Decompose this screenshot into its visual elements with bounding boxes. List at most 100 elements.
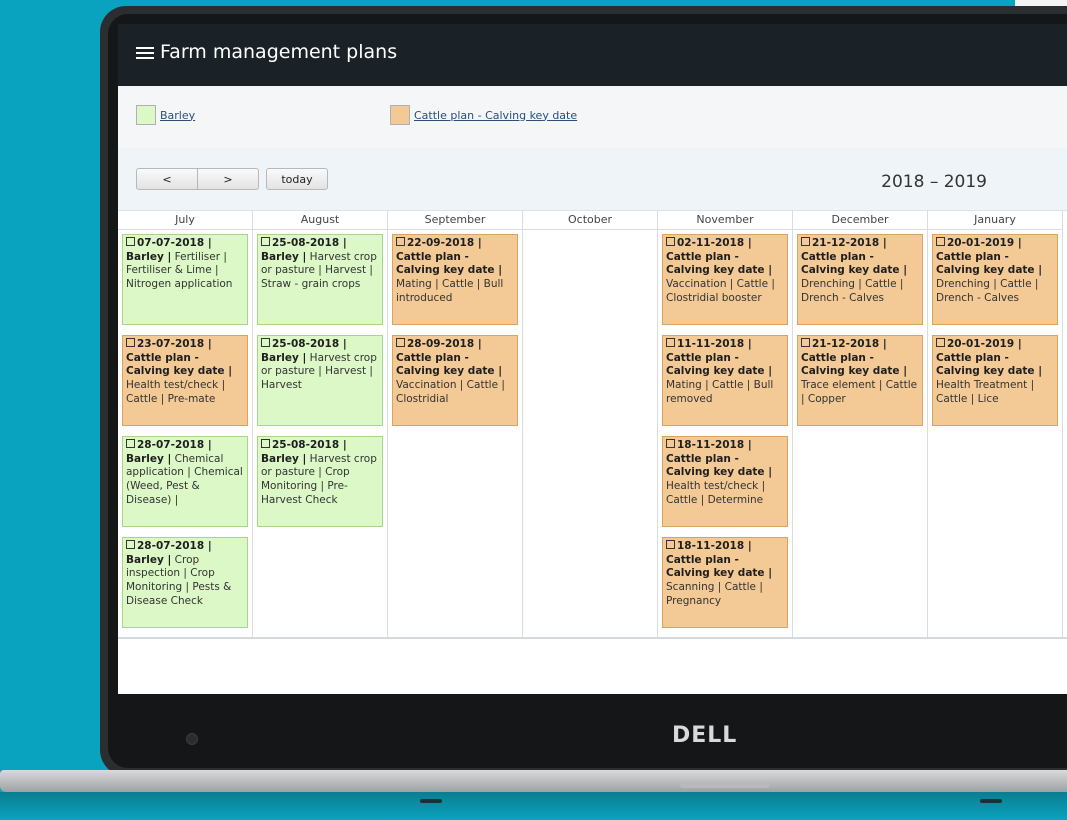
calendar-event[interactable]: 22-09-2018 | Cattle plan - Calving key d… — [392, 234, 518, 325]
event-description: Health test/check | Cattle | Pre-mate — [126, 378, 226, 405]
month-header: December — [793, 211, 927, 230]
calendar-grid: July 07-07-2018 | Barley | Fertiliser | F… — [118, 210, 1067, 639]
event-plan: Barley | — [261, 250, 307, 263]
legend-item-barley[interactable]: Barley — [136, 105, 195, 125]
event-plan: Barley | — [126, 452, 172, 465]
month-events: 07-07-2018 | Barley | Fertiliser | Ferti… — [118, 230, 252, 628]
laptop-base — [0, 770, 1067, 792]
calendar-icon — [261, 237, 270, 246]
calendar-event[interactable]: 28-07-2018 | Barley | Crop inspection | … — [122, 537, 248, 628]
laptop-shadow — [0, 792, 1067, 820]
calendar-icon — [936, 237, 945, 246]
calendar-event[interactable]: 20-01-2019 | Cattle plan - Calving key d… — [932, 335, 1058, 426]
calendar-icon — [396, 237, 405, 246]
page-title: Farm management plans — [160, 41, 398, 63]
event-description: Drenching | Cattle | Drench - Calves — [936, 277, 1039, 304]
calendar-event[interactable]: 25-08-2018 | Barley | Harvest crop or pa… — [257, 234, 383, 325]
event-description: Scanning | Cattle | Pregnancy — [666, 580, 763, 607]
month-column: October — [523, 211, 658, 637]
calendar-icon — [801, 237, 810, 246]
calendar-event[interactable]: 02-11-2018 | Cattle plan - Calving key d… — [662, 234, 788, 325]
event-plan: Cattle plan - Calving key date | — [666, 351, 773, 378]
event-date: 21-12-2018 | — [812, 338, 887, 350]
event-plan: Barley | — [126, 250, 172, 263]
calendar-event[interactable]: 28-09-2018 | Cattle plan - Calving key d… — [392, 335, 518, 426]
event-date: 28-07-2018 | — [137, 439, 212, 451]
legend-link-cattle[interactable]: Cattle plan - Calving key date — [414, 109, 577, 122]
calendar-icon — [666, 540, 675, 549]
event-date: 07-07-2018 | — [137, 237, 212, 249]
legend-swatch-barley — [136, 105, 156, 125]
calendar-event[interactable]: 28-07-2018 | Barley | Chemical applicati… — [122, 436, 248, 527]
month-column: August 25-08-2018 | Barley | Harvest crop… — [253, 211, 388, 637]
calendar-event[interactable]: 20-01-2019 | Cattle plan - Calving key d… — [932, 234, 1058, 325]
calendar-icon — [126, 237, 135, 246]
month-header: November — [658, 211, 792, 230]
legend-item-cattle[interactable]: Cattle plan - Calving key date — [390, 105, 577, 125]
legend-swatch-cattle — [390, 105, 410, 125]
event-description: Mating | Cattle | Bull removed — [666, 378, 774, 405]
month-column: November 02-11-2018 | Cattle plan - Calvi… — [658, 211, 793, 637]
event-date: 23-07-2018 | — [137, 338, 212, 350]
calendar-event[interactable]: 25-08-2018 | Barley | Harvest crop or pa… — [257, 436, 383, 527]
calendar-event[interactable]: 21-12-2018 | Cattle plan - Calving key d… — [797, 335, 923, 426]
event-date: 25-08-2018 | — [272, 338, 347, 350]
calendar-event[interactable]: 21-12-2018 | Cattle plan - Calving key d… — [797, 234, 923, 325]
event-plan: Cattle plan - Calving key date | — [936, 351, 1043, 378]
event-plan: Cattle plan - Calving key date | — [126, 351, 233, 378]
calendar-icon — [126, 338, 135, 347]
month-events: 22-09-2018 | Cattle plan - Calving key d… — [388, 230, 522, 426]
event-plan: Cattle plan - Calving key date | — [801, 351, 908, 378]
event-date: 28-07-2018 | — [137, 540, 212, 552]
calendar-icon — [801, 338, 810, 347]
event-date: 11-11-2018 | — [677, 338, 752, 350]
month-column: December 21-12-2018 | Cattle plan - Calvi… — [793, 211, 928, 637]
calendar-icon — [396, 338, 405, 347]
event-description: Vaccination | Cattle | Clostridial boost… — [666, 277, 775, 304]
event-date: 25-08-2018 | — [272, 439, 347, 451]
hamburger-menu-icon[interactable] — [136, 44, 154, 62]
event-plan: Cattle plan - Calving key date | — [396, 250, 503, 277]
calendar-event[interactable]: 23-07-2018 | Cattle plan - Calving key d… — [122, 335, 248, 426]
calendar-event[interactable]: 18-11-2018 | Cattle plan - Calving key d… — [662, 537, 788, 628]
event-plan: Barley | — [261, 452, 307, 465]
event-description: Mating | Cattle | Bull introduced — [396, 277, 504, 304]
date-range-title: 2018 – 2019 — [881, 172, 987, 192]
calendar-event[interactable]: 11-11-2018 | Cattle plan - Calving key d… — [662, 335, 788, 426]
event-plan: Cattle plan - Calving key date | — [801, 250, 908, 277]
calendar-toolbar: < > today 2018 – 2019 — [118, 148, 1067, 210]
month-column: January 20-01-2019 | Cattle plan - Calvin… — [928, 211, 1063, 637]
event-date: 22-09-2018 | — [407, 237, 482, 249]
plan-legend: Barley Cattle plan - Calving key date — [118, 86, 1067, 149]
event-description: Trace element | Cattle | Copper — [801, 378, 918, 405]
legend-link-barley[interactable]: Barley — [160, 109, 195, 122]
calendar-event[interactable]: 18-11-2018 | Cattle plan - Calving key d… — [662, 436, 788, 527]
event-description: Vaccination | Cattle | Clostridial — [396, 378, 505, 405]
month-events: 02-11-2018 | Cattle plan - Calving key d… — [658, 230, 792, 628]
calendar-icon — [666, 439, 675, 448]
calendar-icon — [936, 338, 945, 347]
month-header: September — [388, 211, 522, 230]
laptop-foot — [980, 799, 1002, 803]
today-button[interactable]: today — [266, 168, 328, 190]
next-button[interactable]: > — [197, 168, 259, 190]
event-date: 20-01-2019 | — [947, 237, 1022, 249]
month-header: August — [253, 211, 387, 230]
prev-button[interactable]: < — [136, 168, 198, 190]
calendar-icon — [126, 540, 135, 549]
calendar-event[interactable]: 07-07-2018 | Barley | Fertiliser | Ferti… — [122, 234, 248, 325]
event-description: Health Treatment | Cattle | Lice — [936, 378, 1035, 405]
calendar-event[interactable]: 25-08-2018 | Barley | Harvest crop or pa… — [257, 335, 383, 426]
calendar-icon — [261, 439, 270, 448]
app-header: Farm management plans — [118, 24, 1067, 86]
event-date: 20-01-2019 | — [947, 338, 1022, 350]
event-date: 21-12-2018 | — [812, 237, 887, 249]
month-column: September 22-09-2018 | Cattle plan - Calv… — [388, 211, 523, 637]
event-date: 18-11-2018 | — [677, 439, 752, 451]
event-date: 25-08-2018 | — [272, 237, 347, 249]
month-header: July — [118, 211, 252, 230]
laptop-hinge — [680, 782, 770, 788]
calendar-icon — [666, 338, 675, 347]
month-events: 21-12-2018 | Cattle plan - Calving key d… — [793, 230, 927, 426]
webcam — [186, 733, 198, 745]
